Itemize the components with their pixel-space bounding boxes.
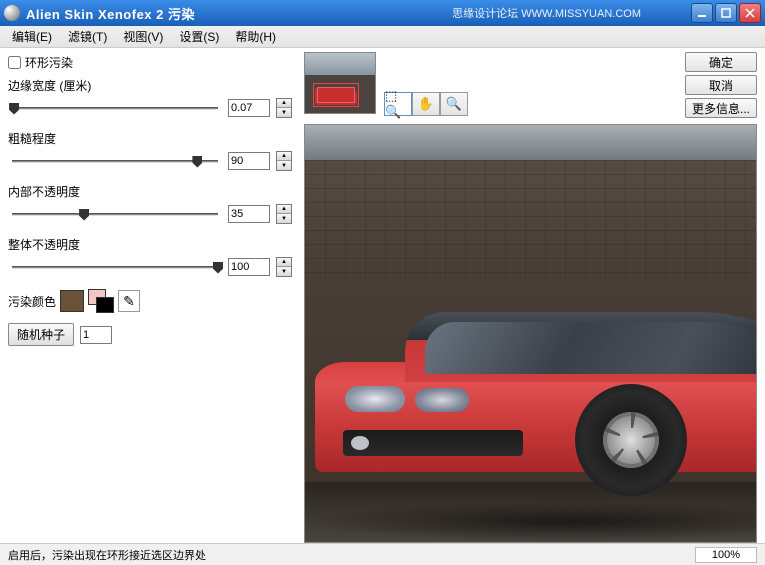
- close-button[interactable]: [739, 3, 761, 23]
- edge-width-input[interactable]: [228, 99, 270, 117]
- spinner-up[interactable]: ▲: [277, 152, 291, 161]
- more-info-button[interactable]: 更多信息...: [685, 98, 757, 118]
- spinner-down[interactable]: ▼: [277, 108, 291, 117]
- status-hint: 启用后，污染出现在环形接近选区边界处: [8, 547, 695, 563]
- window-title: Alien Skin Xenofex 2 污染: [26, 4, 452, 23]
- overall-opacity-slider[interactable]: [12, 266, 218, 269]
- app-icon: [4, 5, 20, 21]
- slider-thumb[interactable]: [79, 209, 89, 221]
- inner-opacity-label: 内部不透明度: [8, 183, 292, 200]
- random-seed-button[interactable]: 随机种子: [8, 323, 74, 346]
- titlebar: Alien Skin Xenofex 2 污染 思缘设计论坛 WWW.MISSY…: [0, 0, 765, 26]
- ok-button[interactable]: 确定: [685, 52, 757, 72]
- slider-thumb[interactable]: [9, 103, 19, 115]
- thumbnail-selection[interactable]: [313, 83, 359, 107]
- spinner-down[interactable]: ▼: [277, 161, 291, 170]
- cancel-button[interactable]: 取消: [685, 75, 757, 95]
- overall-opacity-input[interactable]: [228, 258, 270, 276]
- menubar: 编辑(E) 滤镜(T) 视图(V) 设置(S) 帮助(H): [0, 26, 765, 48]
- menu-help[interactable]: 帮助(H): [229, 26, 282, 47]
- menu-edit[interactable]: 编辑(E): [6, 26, 58, 47]
- menu-settings[interactable]: 设置(S): [173, 26, 225, 47]
- edge-width-slider[interactable]: [12, 107, 218, 110]
- inner-opacity-slider[interactable]: [12, 213, 218, 216]
- hand-tool-icon[interactable]: ✋: [412, 92, 440, 116]
- random-seed-input[interactable]: [80, 326, 112, 344]
- maximize-button[interactable]: [715, 3, 737, 23]
- spinner-up[interactable]: ▲: [277, 258, 291, 267]
- minimize-button[interactable]: [691, 3, 713, 23]
- zoom-tool-icon[interactable]: 🔍: [440, 92, 468, 116]
- roughness-input[interactable]: [228, 152, 270, 170]
- statusbar: 启用后，污染出现在环形接近选区边界处 100%: [0, 543, 765, 565]
- thumbnail-navigator[interactable]: [304, 52, 376, 114]
- roughness-label: 粗糙程度: [8, 130, 292, 147]
- zoom-indicator: 100%: [695, 547, 757, 563]
- preview-canvas[interactable]: [304, 124, 757, 543]
- spinner-down[interactable]: ▼: [277, 214, 291, 223]
- edge-width-label: 边缘宽度 (厘米): [8, 77, 292, 94]
- inner-opacity-input[interactable]: [228, 205, 270, 223]
- spinner-up[interactable]: ▲: [277, 99, 291, 108]
- overall-opacity-label: 整体不透明度: [8, 236, 292, 253]
- controls-panel: 环形污染 边缘宽度 (厘米) ▲▼ 粗糙程度 ▲▼ 内部不透明度 ▲▼: [0, 48, 300, 543]
- spinner-down[interactable]: ▼: [277, 267, 291, 276]
- slider-thumb[interactable]: [213, 262, 223, 274]
- ring-stain-input[interactable]: [8, 56, 21, 69]
- stain-color-swatch[interactable]: [60, 290, 84, 312]
- preview-image: [315, 302, 757, 502]
- ring-stain-checkbox[interactable]: 环形污染: [8, 54, 292, 71]
- eyedropper-icon[interactable]: ✎: [118, 290, 140, 312]
- marquee-tool-icon[interactable]: ⬚ 🔍: [384, 92, 412, 116]
- spinner-up[interactable]: ▲: [277, 205, 291, 214]
- watermark: 思缘设计论坛 WWW.MISSYUAN.COM: [452, 5, 641, 21]
- stain-color-label: 污染颜色: [8, 293, 56, 310]
- slider-thumb[interactable]: [192, 156, 202, 168]
- fg-bg-swatch[interactable]: [88, 289, 114, 313]
- ring-stain-label: 环形污染: [25, 54, 73, 71]
- menu-filter[interactable]: 滤镜(T): [62, 26, 113, 47]
- roughness-slider[interactable]: [12, 160, 218, 163]
- menu-view[interactable]: 视图(V): [117, 26, 169, 47]
